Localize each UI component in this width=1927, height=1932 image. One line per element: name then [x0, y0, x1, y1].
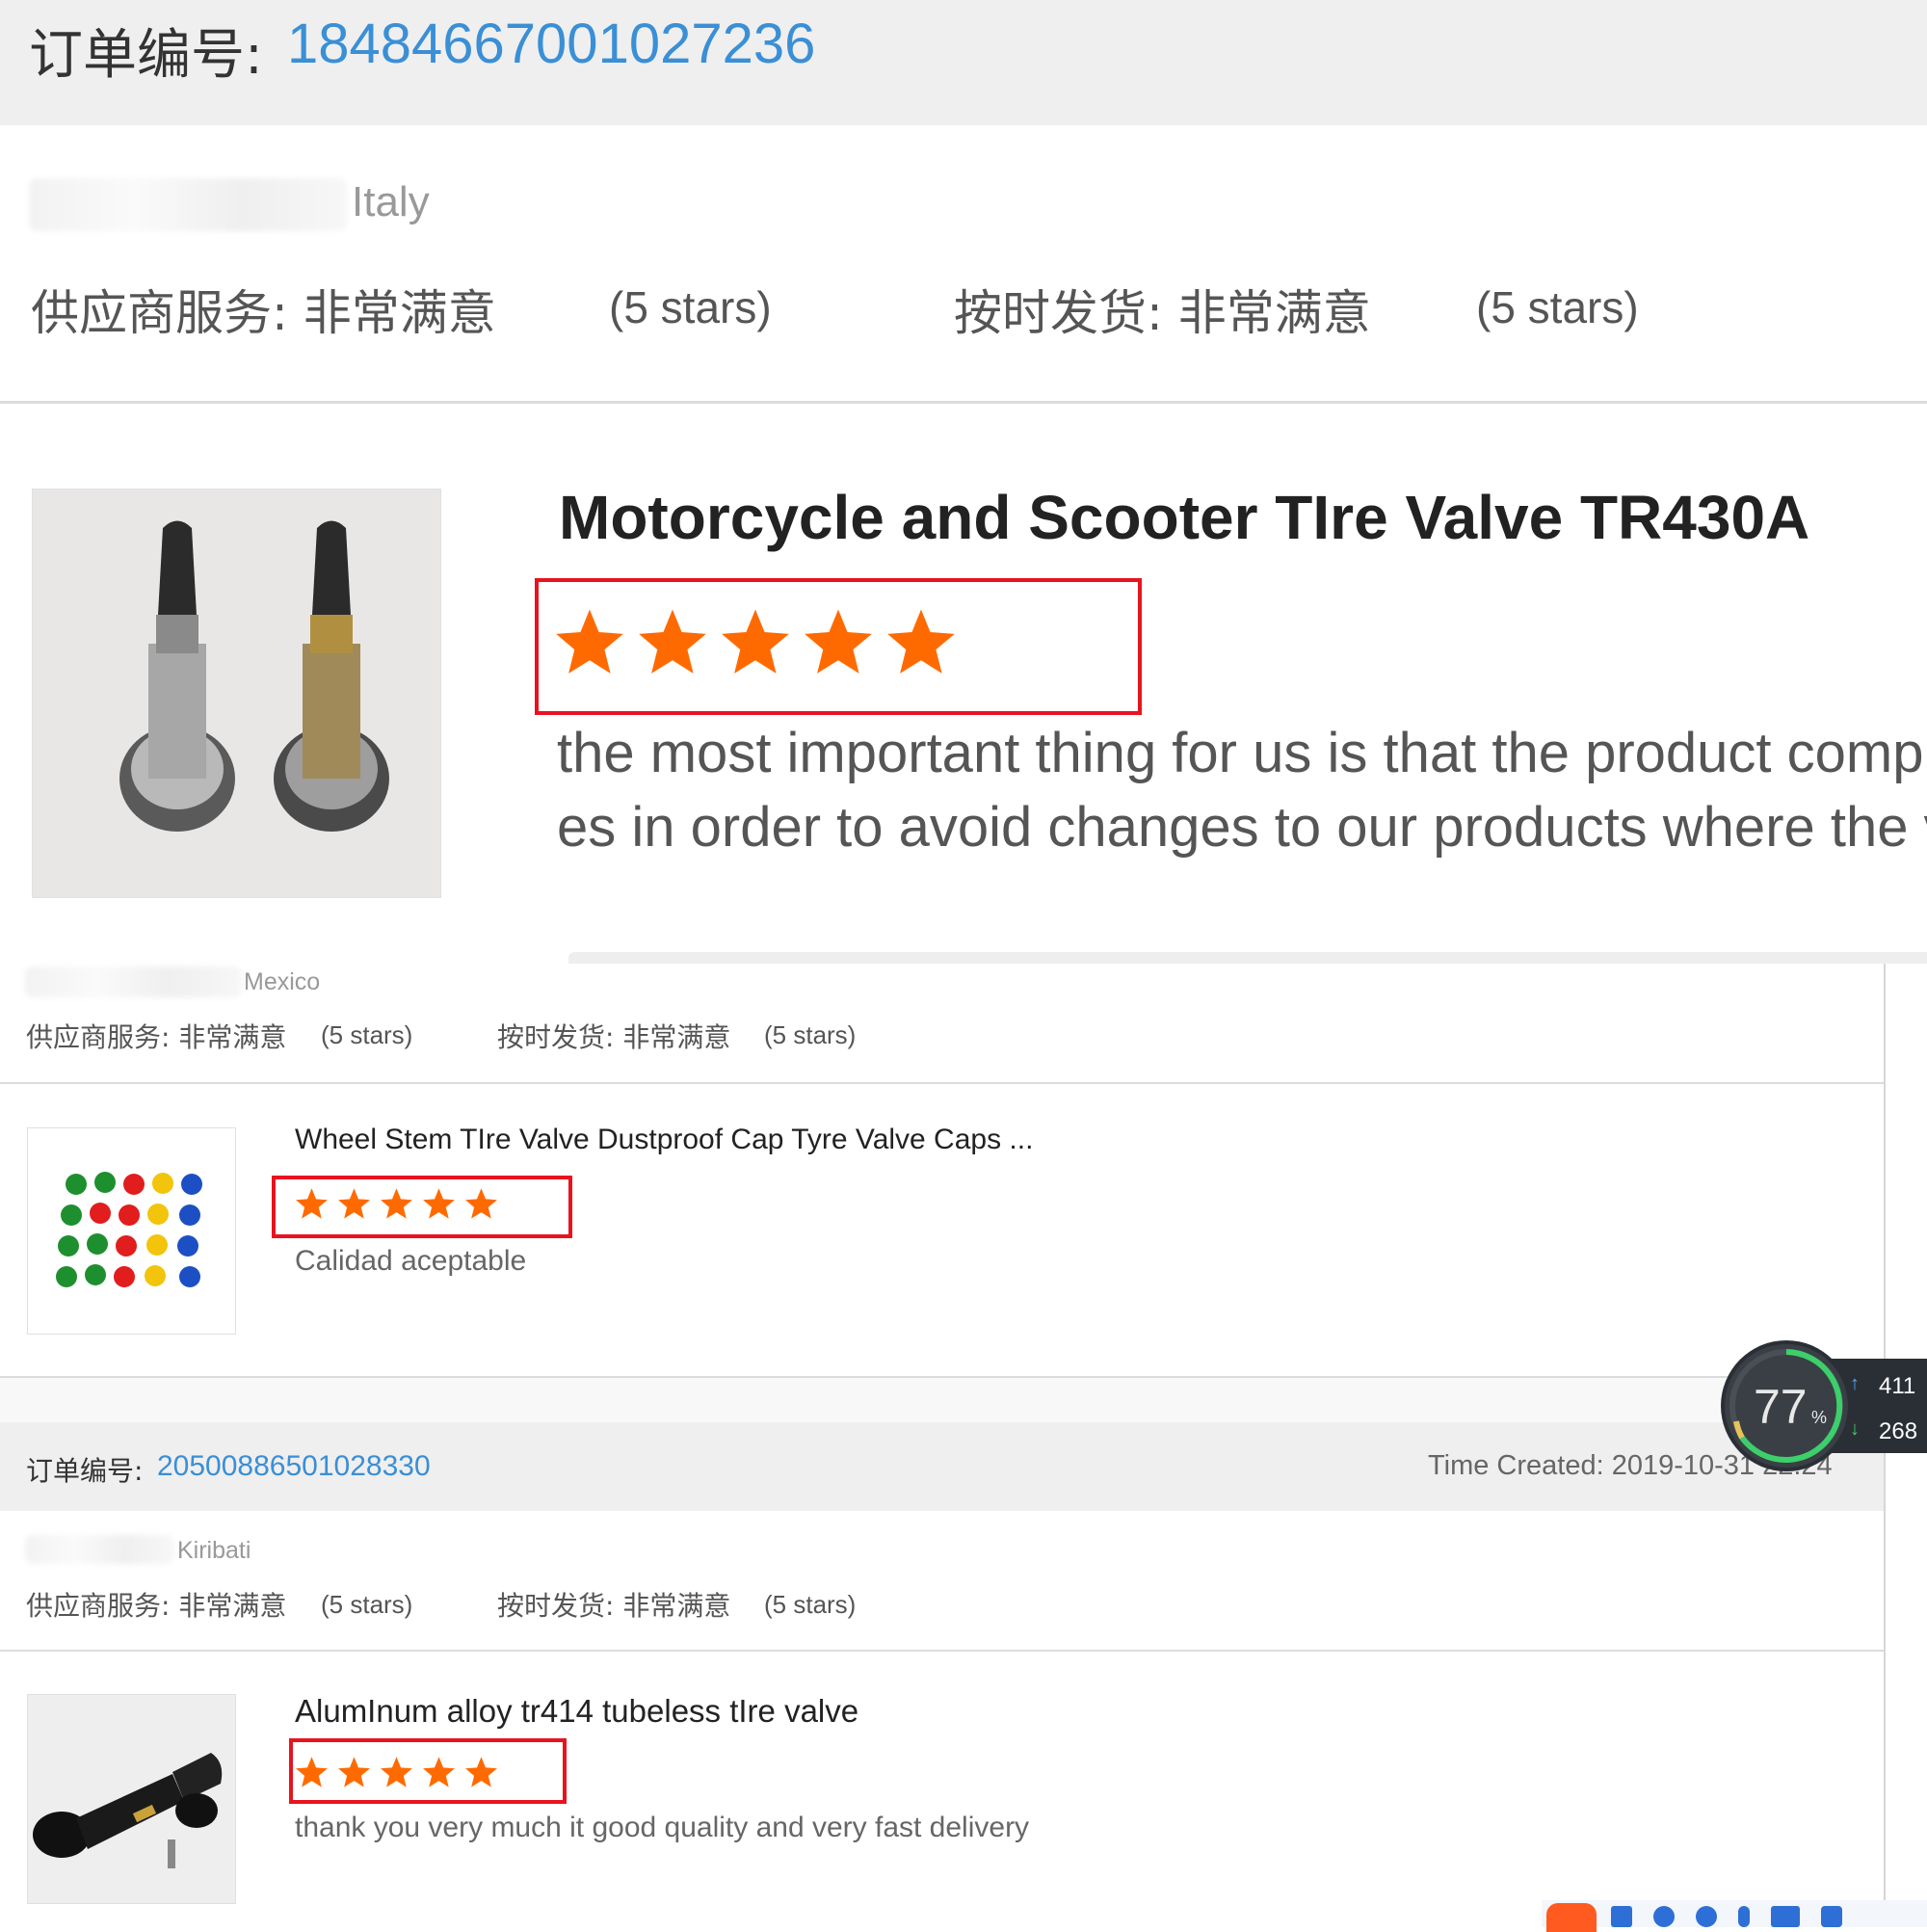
supplier-service-rating: 供应商服务: 非常满意: [26, 1021, 287, 1053]
review-comment: Calidad aceptable: [295, 1245, 527, 1277]
ontime-shipping-rating: 按时发货: 非常满意: [497, 1590, 731, 1622]
star-icon: [465, 1757, 497, 1787]
divider: [568, 952, 1927, 964]
star-icon: [338, 1188, 370, 1219]
product-image-valve-caps[interactable]: [27, 1127, 236, 1335]
ontime-shipping-stars: (5 stars): [764, 1020, 857, 1049]
star-icon: [423, 1757, 455, 1787]
divider: [0, 1082, 1884, 1084]
supplier-service-rating: 供应商服务: 非常满意: [26, 1590, 287, 1622]
review-comment-line2: es in order to avoid changes to our prod…: [557, 796, 1927, 859]
star-icon: [423, 1188, 455, 1219]
star-icon: [722, 609, 789, 674]
settings-icon[interactable]: [1821, 1906, 1842, 1927]
gauge-percent: 77: [1754, 1380, 1808, 1434]
supplier-service-rating: 供应商服务: 非常满意: [31, 285, 496, 341]
star-icon: [338, 1757, 370, 1787]
divider: [0, 401, 1927, 404]
star-icon: [381, 1188, 412, 1219]
supplier-service-stars: (5 stars): [321, 1590, 413, 1619]
supplier-service-stars: (5 stars): [609, 282, 772, 332]
product-image-tubeless-valve[interactable]: [27, 1694, 236, 1904]
product-image-tire-valves[interactable]: [32, 489, 441, 898]
ime-mode-icon[interactable]: [1611, 1906, 1632, 1927]
microphone-icon[interactable]: [1738, 1906, 1750, 1927]
gauge-percent-unit: %: [1811, 1408, 1828, 1427]
star-icon: [465, 1188, 497, 1219]
review-comment: thank you very much it good quality and …: [295, 1812, 1030, 1843]
keyboard-icon[interactable]: [1771, 1906, 1800, 1927]
review-comment-line1: the most important thing for us is that …: [557, 722, 1924, 784]
product-title[interactable]: Motorcycle and Scooter TIre Valve TR430A: [559, 482, 1809, 553]
download-arrow-icon: ↓: [1850, 1418, 1860, 1440]
star-icon: [296, 1757, 328, 1787]
star-icon: [639, 609, 706, 674]
download-speed: 268: [1879, 1418, 1918, 1444]
product-rating-stars: [554, 609, 957, 678]
star-icon: [381, 1757, 412, 1787]
order-label: 订单编号:: [26, 1455, 144, 1487]
buyer-country: Italy: [352, 178, 430, 225]
star-icon: [805, 609, 872, 674]
order-number-link[interactable]: 18484667001027236: [287, 12, 815, 76]
buyer-country: Mexico: [244, 968, 321, 995]
product-title[interactable]: AlumInum alloy tr414 tubeless tIre valve: [295, 1693, 858, 1730]
ontime-shipping-rating: 按时发货: 非常满意: [954, 285, 1371, 341]
supplier-service-stars: (5 stars): [321, 1020, 413, 1049]
upload-speed: 411: [1879, 1373, 1916, 1399]
buyer-country: Kiribati: [177, 1537, 251, 1564]
star-icon: [556, 609, 623, 674]
product-rating-stars: [295, 1188, 498, 1221]
buyer-name-redacted: [29, 178, 347, 231]
punctuation-icon[interactable]: [1653, 1906, 1675, 1927]
sogou-ime-icon[interactable]: [1546, 1903, 1597, 1932]
star-icon: [887, 609, 955, 674]
order-label: 订单编号:: [29, 24, 263, 87]
divider: [0, 1650, 1884, 1652]
product-rating-stars: [295, 1757, 498, 1789]
memory-usage-gauge[interactable]: 77 %: [1725, 1344, 1848, 1468]
ontime-shipping-rating: 按时发货: 非常满意: [497, 1021, 731, 1053]
tray-icons[interactable]: [1611, 1906, 1919, 1927]
order-number-link[interactable]: 20500886501028330: [157, 1450, 431, 1483]
ontime-shipping-stars: (5 stars): [764, 1590, 857, 1619]
star-icon: [296, 1188, 328, 1219]
buyer-name-redacted: [25, 966, 242, 997]
product-title[interactable]: Wheel Stem TIre Valve Dustproof Cap Tyre…: [295, 1124, 1033, 1156]
buyer-name-redacted: [25, 1535, 174, 1564]
upload-arrow-icon: ↑: [1850, 1373, 1860, 1394]
emoji-icon[interactable]: [1696, 1906, 1717, 1927]
ontime-shipping-stars: (5 stars): [1476, 282, 1639, 332]
